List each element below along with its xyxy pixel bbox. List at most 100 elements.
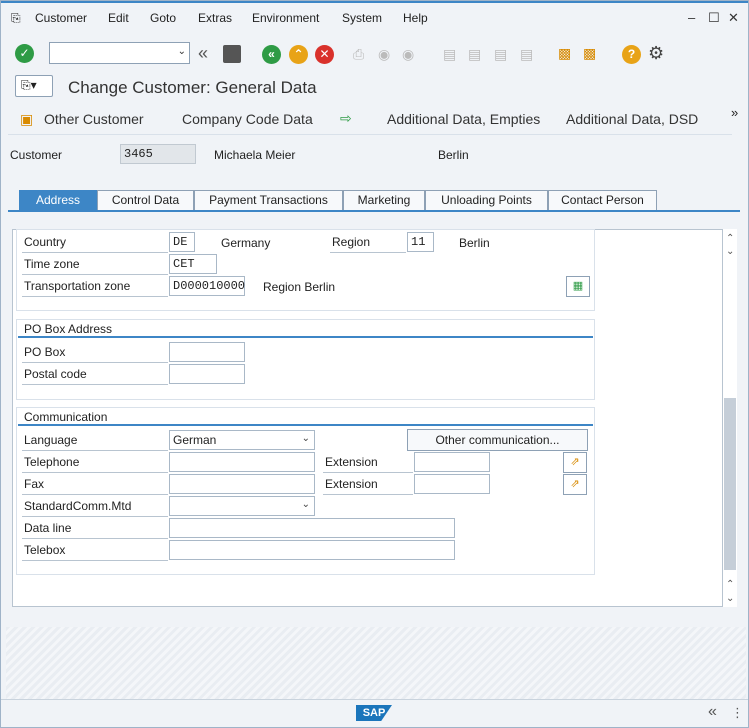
timezone-label: Time zone	[22, 253, 168, 275]
communication-divider	[18, 424, 593, 426]
menu-customer[interactable]: Customer	[35, 11, 87, 25]
country-field[interactable]: DE	[169, 232, 195, 252]
language-value: German	[173, 433, 217, 447]
data-line-field[interactable]	[169, 518, 455, 538]
telephone-extension-label: Extension	[323, 451, 413, 473]
fax-extension-field[interactable]	[414, 474, 490, 494]
cancel-icon[interactable]: ✕	[315, 45, 334, 64]
scroll-up-page-icon[interactable]: ⌄	[726, 246, 734, 257]
map-icon[interactable]: ▦	[566, 276, 590, 297]
minimize-icon[interactable]: –	[688, 10, 695, 25]
menu-bar: ⎘ Customer Edit Goto Extras Environment …	[1, 1, 748, 33]
fax-extension-label: Extension	[323, 473, 413, 495]
telephone-field[interactable]	[169, 452, 315, 472]
country-label: Country	[22, 231, 168, 253]
postal-code-field[interactable]	[169, 364, 245, 384]
sap-window: ⎘ Customer Edit Goto Extras Environment …	[0, 0, 749, 728]
find-next-icon: ◉	[402, 46, 415, 62]
data-line-label: Data line	[22, 517, 168, 539]
customer-number-field[interactable]: 3465	[120, 144, 196, 164]
more-icon[interactable]: »	[731, 105, 738, 120]
enter-icon[interactable]: ✓	[15, 44, 34, 63]
standard-comm-method-label: StandardComm.Mtd	[22, 495, 168, 517]
region-name: Berlin	[459, 236, 490, 250]
transportation-zone-label: Transportation zone	[22, 275, 168, 297]
scrollbar-thumb[interactable]	[724, 398, 736, 570]
tabstrip: Address Control Data Payment Transaction…	[8, 190, 740, 212]
print-icon: ⎙	[353, 46, 365, 62]
menu-goto[interactable]: Goto	[150, 11, 176, 25]
tab-contact-person[interactable]: Contact Person	[548, 190, 657, 210]
company-code-data-button[interactable]: Company Code Data	[182, 111, 313, 127]
customer-city: Berlin	[438, 148, 469, 162]
menu-icon[interactable]: ⎘	[11, 11, 21, 26]
fax-more-icon[interactable]: ⇗	[563, 474, 587, 495]
previous-page-icon: ▤	[468, 46, 482, 62]
footer-pattern	[6, 627, 746, 699]
export-icon: ⇨	[340, 110, 352, 126]
other-customer-icon: ▣	[20, 111, 34, 127]
standard-comm-method-select[interactable]: ⌄	[169, 496, 315, 516]
new-session-icon[interactable]: ▩	[558, 45, 571, 62]
postal-code-label: Postal code	[22, 363, 168, 385]
fax-field[interactable]	[169, 474, 315, 494]
region-field[interactable]: 11	[407, 232, 434, 252]
menu-help[interactable]: Help	[403, 11, 428, 25]
next-page-icon: ▤	[494, 46, 508, 62]
first-page-icon: ▤	[443, 46, 457, 62]
language-select[interactable]: German ⌄	[169, 430, 315, 450]
status-more-icon[interactable]: ⋮	[731, 705, 744, 721]
tab-payment-transactions[interactable]: Payment Transactions	[194, 190, 343, 210]
scroll-down-icon[interactable]: ⌄	[726, 593, 734, 604]
other-customer-button[interactable]: Other Customer	[44, 111, 144, 127]
tab-marketing[interactable]: Marketing	[343, 190, 425, 210]
chevron-down-icon[interactable]: ⌄	[178, 46, 186, 57]
po-box-title: PO Box Address	[24, 322, 113, 336]
customer-name: Michaela Meier	[214, 148, 296, 162]
menu-environment[interactable]: Environment	[252, 11, 319, 25]
context-menu-button[interactable]: ⎘▾	[15, 75, 53, 97]
help-icon[interactable]: ?	[622, 45, 641, 64]
shortcut-icon[interactable]: ▩	[583, 45, 596, 62]
telephone-more-icon[interactable]: ⇗	[563, 452, 587, 473]
collapse-status-icon[interactable]: «	[708, 703, 717, 721]
menu-edit[interactable]: Edit	[108, 11, 129, 25]
telephone-extension-field[interactable]	[414, 452, 490, 472]
save-icon[interactable]	[223, 45, 241, 63]
transportation-zone-name: Region Berlin	[263, 280, 336, 294]
page-title: Change Customer: General Data	[68, 78, 317, 97]
chevron-down-icon: ⌄	[301, 433, 310, 444]
back-icon[interactable]: «	[262, 45, 281, 64]
tab-unloading-points[interactable]: Unloading Points	[425, 190, 548, 210]
country-name: Germany	[221, 236, 271, 250]
tab-control-data[interactable]: Control Data	[97, 190, 194, 210]
menu-extras[interactable]: Extras	[198, 11, 232, 25]
additional-data-empties-button[interactable]: Additional Data, Empties	[387, 111, 540, 127]
exit-icon[interactable]: ⌃	[289, 45, 308, 64]
find-icon: ◉	[378, 46, 391, 62]
application-toolbar: ▣ Other Customer Company Code Data ⇨ Add…	[8, 103, 732, 135]
transportation-zone-field[interactable]: D000010000	[169, 276, 245, 296]
menu-system[interactable]: System	[342, 11, 382, 25]
po-box-divider	[18, 336, 593, 338]
maximize-icon[interactable]: ☐	[708, 10, 720, 26]
gear-icon[interactable]: ⚙	[648, 43, 664, 64]
scroll-down-page-icon[interactable]: ⌃	[726, 579, 734, 590]
last-page-icon: ▤	[520, 46, 534, 62]
po-box-field[interactable]	[169, 342, 245, 362]
command-field[interactable]: ⌄	[49, 42, 190, 64]
communication-title: Communication	[24, 410, 108, 424]
close-icon[interactable]: ✕	[728, 10, 739, 26]
language-label: Language	[22, 429, 168, 451]
additional-data-dsd-button[interactable]: Additional Data, DSD	[566, 111, 698, 127]
other-communication-button[interactable]: Other communication...	[407, 429, 588, 451]
telebox-field[interactable]	[169, 540, 455, 560]
telebox-label: Telebox	[22, 539, 168, 561]
fax-label: Fax	[22, 473, 168, 495]
region-label: Region	[330, 231, 406, 253]
back-double-icon[interactable]: «	[198, 43, 208, 64]
timezone-field[interactable]: CET	[169, 254, 217, 274]
tab-address[interactable]: Address	[19, 190, 97, 212]
scroll-up-icon[interactable]: ⌃	[726, 233, 734, 244]
menu-icon: ⎘▾	[21, 78, 37, 92]
